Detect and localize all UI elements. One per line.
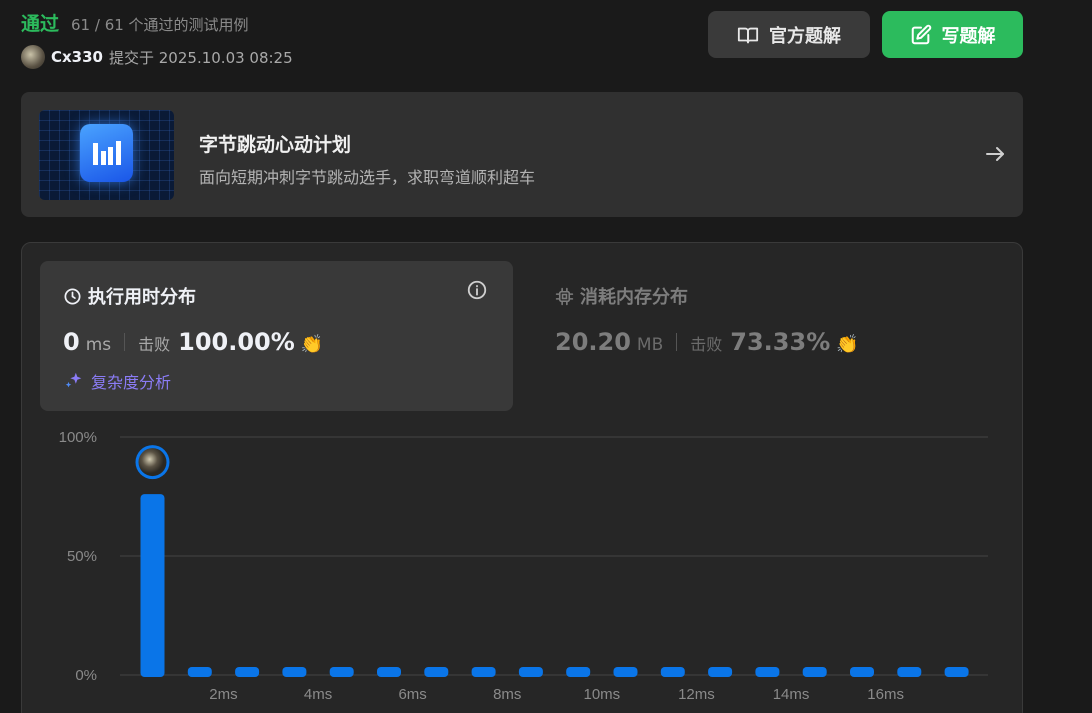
- x-tick-label: 16ms: [867, 686, 904, 703]
- write-solution-button[interactable]: 写题解: [882, 11, 1023, 58]
- clap-icon: 👏: [836, 334, 859, 355]
- memory-heading[interactable]: 消耗内存分布: [555, 283, 688, 309]
- testcase-summary: 61 / 61 个通过的测试用例: [71, 16, 249, 34]
- submission-time: 提交于 2025.10.03 08:25: [109, 48, 293, 67]
- submission-status: 通过 61 / 61 个通过的测试用例: [21, 9, 249, 36]
- x-tick-label: 14ms: [773, 686, 810, 703]
- y-tick-label: 50%: [67, 548, 97, 565]
- chart-bar: [944, 667, 969, 677]
- x-tick-label: 10ms: [584, 686, 621, 703]
- runtime-beat-value: 100.00%: [178, 328, 295, 356]
- banner-subtitle: 面向短期冲刺字节跳动选手，求职弯道顺利超车: [199, 168, 536, 187]
- chart-bar: [613, 667, 638, 677]
- chart-bar: [471, 667, 496, 677]
- status-title: 通过: [21, 13, 60, 35]
- chart-bar: [708, 667, 733, 677]
- clap-icon: 👏: [300, 334, 324, 355]
- memory-beat-value: 73.33%: [730, 328, 831, 356]
- x-tick-label: 4ms: [304, 686, 332, 703]
- promo-banner[interactable]: 字节跳动心动计划 面向短期冲刺字节跳动选手，求职弯道顺利超车: [21, 92, 1023, 217]
- chart-bar: [802, 667, 827, 677]
- memory-unit: MB: [636, 335, 664, 355]
- complexity-analysis-label: 复杂度分析: [91, 373, 172, 392]
- memory-value: 20.20: [555, 328, 631, 356]
- runtime-unit: ms: [85, 335, 112, 355]
- chart-bar: [282, 667, 307, 677]
- banner-image: [39, 110, 174, 200]
- clock-icon: [64, 288, 81, 304]
- info-icon[interactable]: [466, 279, 488, 301]
- memory-beat-label: 击败: [690, 335, 723, 354]
- runtime-metric: 0 ms 击败 100.00% 👏: [63, 328, 323, 356]
- y-tick-label: 0%: [75, 667, 97, 684]
- chart-bar: [660, 667, 685, 677]
- runtime-value: 0: [63, 328, 80, 356]
- bytedance-logo-icon: [80, 124, 133, 182]
- chart-bar: [377, 667, 401, 677]
- memory-metric: 20.20 MB 击败 73.33% 👏: [555, 328, 859, 356]
- chip-icon: [555, 287, 574, 305]
- chart-bar: [140, 494, 165, 677]
- sparkle-icon: [65, 372, 82, 388]
- banner-title: 字节跳动心动计划: [199, 134, 352, 156]
- submission-info: Cx330 提交于 2025.10.03 08:25: [21, 45, 293, 69]
- runtime-heading: 执行用时分布: [63, 283, 196, 309]
- chart-bar: [850, 667, 874, 677]
- username[interactable]: Cx330: [51, 48, 103, 66]
- divider: [676, 333, 678, 351]
- x-tick-label: 6ms: [398, 686, 426, 703]
- memory-heading-label: 消耗内存分布: [580, 287, 688, 308]
- chart-bar: [897, 667, 922, 677]
- chart-bar: [518, 667, 543, 677]
- official-solution-label: 官方题解: [769, 25, 841, 47]
- chart-bar: [566, 667, 591, 677]
- chart-bar: [235, 667, 260, 677]
- avatar[interactable]: [21, 45, 45, 69]
- write-solution-label: 写题解: [941, 25, 996, 47]
- chart-bar: [424, 667, 449, 677]
- arrow-right-icon[interactable]: [983, 142, 1007, 166]
- edit-icon: [911, 24, 931, 44]
- book-open-icon: [737, 27, 759, 43]
- official-solution-button[interactable]: 官方题解: [708, 11, 870, 58]
- runtime-heading-label: 执行用时分布: [88, 287, 196, 308]
- y-tick-label: 100%: [59, 429, 97, 446]
- chart-bar: [329, 667, 354, 677]
- divider: [124, 333, 126, 351]
- performance-panel: 执行用时分布 0 ms 击败 100.00% 👏 复杂度分析 消耗内存分布 20…: [21, 242, 1023, 713]
- x-tick-label: 8ms: [493, 686, 521, 703]
- runtime-card[interactable]: 执行用时分布 0 ms 击败 100.00% 👏 复杂度分析: [40, 261, 513, 411]
- chart-bar: [187, 667, 212, 677]
- x-tick-label: 2ms: [209, 686, 237, 703]
- chart-bar: [755, 667, 780, 677]
- x-tick-label: 12ms: [678, 686, 715, 703]
- runtime-beat-label: 击败: [138, 335, 171, 354]
- user-avatar-marker: [138, 448, 167, 477]
- complexity-analysis-link[interactable]: 复杂度分析: [63, 369, 171, 393]
